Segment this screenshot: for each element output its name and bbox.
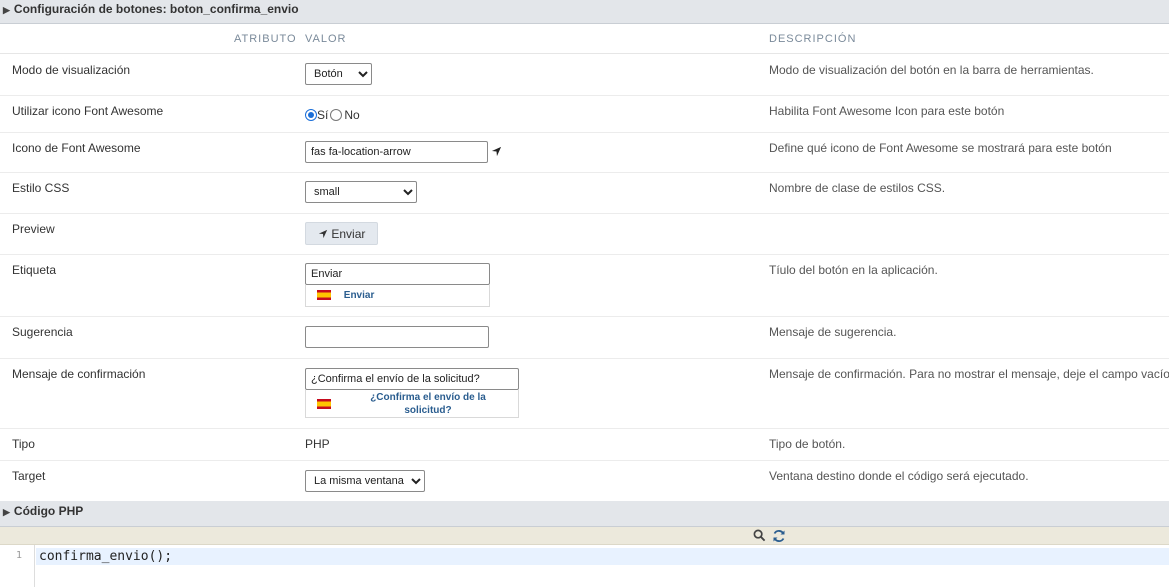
hint-input[interactable] xyxy=(305,326,489,348)
row-type: Tipo PHP Tipo de botón. xyxy=(0,429,1169,461)
column-header: ATRIBUTO VALOR DESCRIPCIÓN xyxy=(0,24,1169,54)
radio-no-label[interactable]: No xyxy=(344,108,359,122)
collapse-triangle-icon[interactable]: ▶ xyxy=(3,507,10,517)
value-cell: Sí No xyxy=(305,107,362,122)
attr-description: Ventana destino donde el código será eje… xyxy=(769,469,1029,483)
editor-toolbar xyxy=(0,527,1169,545)
row-fa-icon: Icono de Font Awesome Define qué icono d… xyxy=(0,133,1169,173)
row-use-font-awesome: Utilizar icono Font Awesome Sí No Habilit… xyxy=(0,96,1169,133)
preview-button-label: Enviar xyxy=(331,227,366,241)
attr-label: Mensaje de confirmación xyxy=(12,367,146,381)
attr-description: Modo de visualización del botón en la ba… xyxy=(769,63,1094,77)
row-display-mode: Modo de visualización Botón Modo de visu… xyxy=(0,55,1169,96)
value-cell: ¿Confirma el envío de la solicitud? xyxy=(305,368,519,418)
spain-flag-icon xyxy=(317,290,331,301)
attr-description: Tipo de botón. xyxy=(769,437,846,451)
label-input[interactable] xyxy=(305,263,490,285)
attr-description: Mensaje de sugerencia. xyxy=(769,325,897,339)
value-cell: small xyxy=(305,181,417,203)
attr-description: Define qué icono de Font Awesome se most… xyxy=(769,141,1112,155)
type-value: PHP xyxy=(305,437,330,451)
php-section-title: Código PHP xyxy=(13,504,84,518)
spain-flag-icon xyxy=(317,399,331,409)
confirmation-input[interactable] xyxy=(305,368,519,390)
fa-icon-input[interactable] xyxy=(305,141,488,163)
search-icon[interactable] xyxy=(753,529,766,545)
attr-label: Icono de Font Awesome xyxy=(12,141,141,155)
target-select[interactable]: La misma ventana xyxy=(305,470,425,492)
location-arrow-icon[interactable] xyxy=(491,146,502,160)
refresh-icon[interactable] xyxy=(772,529,786,546)
attr-description: Tíulo del botón en la aplicación. xyxy=(769,263,938,277)
code-editor[interactable]: 1 confirma_envio(); xyxy=(0,545,1169,587)
column-description: DESCRIPCIÓN xyxy=(769,33,857,45)
row-hint: Sugerencia Mensaje de sugerencia. xyxy=(0,317,1169,359)
translation-line: ¿Confirma el envío de la xyxy=(370,392,486,403)
attr-description: Habilita Font Awesome Icon para este bot… xyxy=(769,104,1005,118)
attr-label: Modo de visualización xyxy=(12,63,131,77)
code-line[interactable]: confirma_envio(); xyxy=(36,548,1169,565)
attr-label: Etiqueta xyxy=(12,263,57,277)
line-gutter: 1 xyxy=(0,545,35,587)
radio-yes[interactable] xyxy=(305,108,317,121)
attr-label: Utilizar icono Font Awesome xyxy=(12,104,164,118)
value-cell: Enviar xyxy=(305,263,490,307)
radio-yes-label[interactable]: Sí xyxy=(317,108,328,122)
translation-link[interactable]: Enviar xyxy=(344,290,375,301)
display-mode-select[interactable]: Botón xyxy=(305,63,372,85)
preview-button[interactable]: Enviar xyxy=(305,222,379,245)
row-label: Etiqueta Enviar Tíulo del botón en la ap… xyxy=(0,255,1169,317)
translation-line: solicitud? xyxy=(404,405,452,416)
attr-description: Mensaje de confirmación. Para no mostrar… xyxy=(769,367,1169,381)
value-cell xyxy=(305,141,488,163)
value-cell: Enviar xyxy=(305,222,379,245)
column-attribute: ATRIBUTO xyxy=(234,33,297,45)
row-confirmation: Mensaje de confirmación ¿Confirma el env… xyxy=(0,359,1169,429)
translation-box: ¿Confirma el envío de la solicitud? xyxy=(305,390,519,418)
translation-box: Enviar xyxy=(305,285,490,307)
row-target: Target La misma ventana Ventana destino … xyxy=(0,461,1169,501)
radio-no[interactable] xyxy=(330,108,343,121)
section-header[interactable]: ▶ Configuración de botones: boton_confirm… xyxy=(0,0,1169,24)
value-cell xyxy=(305,326,489,348)
location-arrow-icon xyxy=(318,229,328,239)
line-number: 1 xyxy=(16,550,23,561)
section-title: Configuración de botones: boton_confirma… xyxy=(13,2,299,16)
attr-label: Target xyxy=(12,469,46,483)
collapse-triangle-icon[interactable]: ▶ xyxy=(3,5,10,15)
row-preview: Preview Enviar xyxy=(0,214,1169,255)
attr-label: Sugerencia xyxy=(12,325,73,339)
attr-label: Tipo xyxy=(12,437,35,451)
value-cell: La misma ventana xyxy=(305,470,425,492)
column-value: VALOR xyxy=(305,33,347,45)
row-css-style: Estilo CSS small Nombre de clase de esti… xyxy=(0,173,1169,214)
attr-label: Preview xyxy=(12,222,55,236)
value-cell: Botón xyxy=(305,63,372,85)
php-section-header[interactable]: ▶ Código PHP xyxy=(0,501,1169,527)
attr-description: Nombre de clase de estilos CSS. xyxy=(769,181,946,195)
attr-label: Estilo CSS xyxy=(12,181,70,195)
css-style-select[interactable]: small xyxy=(305,181,417,203)
translation-link[interactable]: ¿Confirma el envío de la solicitud? xyxy=(348,391,508,417)
